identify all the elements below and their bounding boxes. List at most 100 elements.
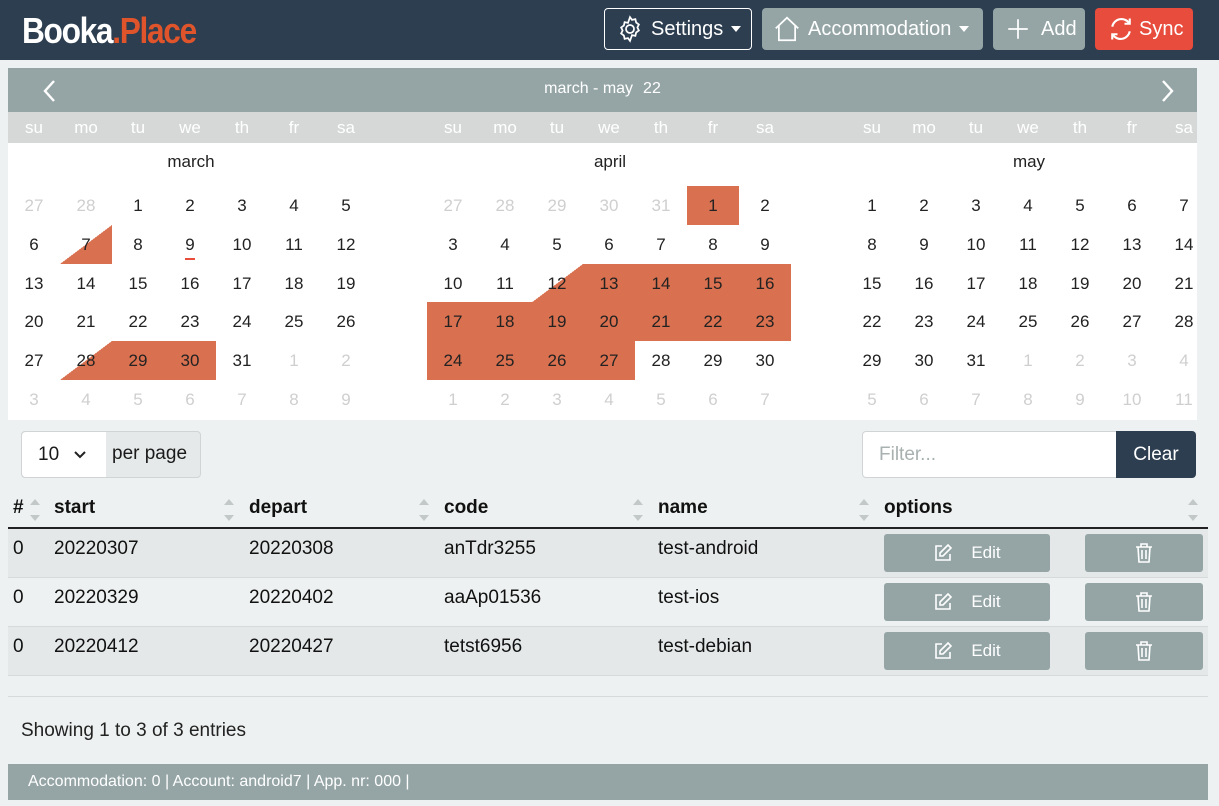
delete-button[interactable]: [1085, 583, 1203, 621]
calendar-day[interactable]: 2: [739, 186, 791, 225]
calendar-day[interactable]: 6: [164, 380, 216, 419]
sort-icon[interactable]: [633, 497, 643, 525]
calendar-day[interactable]: 31: [950, 341, 1002, 380]
calendar-day[interactable]: 23: [739, 302, 791, 341]
edit-button[interactable]: Edit: [884, 534, 1050, 572]
calendar-day[interactable]: 3: [531, 380, 583, 419]
calendar-day[interactable]: 26: [531, 341, 583, 380]
calendar-day[interactable]: 19: [531, 302, 583, 341]
calendar-day[interactable]: 6: [8, 225, 60, 264]
calendar-day[interactable]: 28: [60, 341, 112, 380]
calendar-day[interactable]: 13: [583, 264, 635, 303]
calendar-day[interactable]: 6: [687, 380, 739, 419]
calendar-day[interactable]: 3: [216, 186, 268, 225]
per-page-select[interactable]: 10: [22, 432, 106, 477]
calendar-day[interactable]: 17: [950, 264, 1002, 303]
calendar-day[interactable]: 12: [1054, 225, 1106, 264]
calendar-day[interactable]: 23: [164, 302, 216, 341]
calendar-day[interactable]: 3: [427, 225, 479, 264]
calendar-day[interactable]: 26: [320, 302, 372, 341]
chevron-right-icon[interactable]: [1157, 78, 1177, 104]
calendar-day[interactable]: 31: [216, 341, 268, 380]
calendar-day[interactable]: 4: [268, 186, 320, 225]
accommodation-dropdown-button[interactable]: Accommodation: [762, 8, 983, 50]
calendar-day[interactable]: 21: [60, 302, 112, 341]
calendar-day[interactable]: 9: [739, 225, 791, 264]
calendar-day[interactable]: 15: [687, 264, 739, 303]
calendar-day[interactable]: 8: [846, 225, 898, 264]
table-row[interactable]: 0 20220329 20220402 aaAp01536 test-ios E…: [8, 578, 1208, 627]
calendar-day[interactable]: 2: [164, 186, 216, 225]
column-header-depart[interactable]: depart: [249, 497, 307, 519]
calendar-day[interactable]: 1: [687, 186, 739, 225]
calendar-day[interactable]: 30: [739, 341, 791, 380]
calendar-day[interactable]: 11: [1002, 225, 1054, 264]
calendar-day[interactable]: 13: [1106, 225, 1158, 264]
calendar-day[interactable]: 29: [112, 341, 164, 380]
calendar-day[interactable]: 10: [950, 225, 1002, 264]
calendar-day[interactable]: 19: [1054, 264, 1106, 303]
table-row[interactable]: 0 20220412 20220427 tetst6956 test-debia…: [8, 627, 1208, 676]
calendar-day[interactable]: 8: [268, 380, 320, 419]
column-header-code[interactable]: code: [444, 497, 488, 519]
column-header-num[interactable]: #: [13, 497, 24, 519]
calendar-day[interactable]: 16: [739, 264, 791, 303]
calendar-day[interactable]: 4: [479, 225, 531, 264]
calendar-day[interactable]: 20: [583, 302, 635, 341]
calendar-day[interactable]: 2: [479, 380, 531, 419]
calendar-day[interactable]: 1: [846, 186, 898, 225]
calendar-day[interactable]: 18: [268, 264, 320, 303]
edit-button[interactable]: Edit: [884, 583, 1050, 621]
calendar-day[interactable]: 24: [950, 302, 1002, 341]
add-button[interactable]: Add: [993, 8, 1085, 50]
calendar-day[interactable]: 7: [635, 225, 687, 264]
calendar-day[interactable]: 7: [950, 380, 1002, 419]
brand-logo[interactable]: Booka.Place: [22, 10, 197, 52]
calendar-day[interactable]: 3: [8, 380, 60, 419]
calendar-day[interactable]: 26: [1054, 302, 1106, 341]
calendar-day[interactable]: 19: [320, 264, 372, 303]
calendar-day[interactable]: 27: [1106, 302, 1158, 341]
calendar-day[interactable]: 29: [846, 341, 898, 380]
calendar-day[interactable]: 20: [8, 302, 60, 341]
delete-button[interactable]: [1085, 534, 1203, 572]
calendar-day[interactable]: 14: [1158, 225, 1210, 264]
calendar-day[interactable]: 30: [898, 341, 950, 380]
filter-input[interactable]: [862, 431, 1118, 478]
calendar-day[interactable]: 29: [687, 341, 739, 380]
calendar-day[interactable]: 1: [112, 186, 164, 225]
calendar-day[interactable]: 4: [1002, 186, 1054, 225]
calendar-day[interactable]: 6: [1106, 186, 1158, 225]
calendar-day[interactable]: 30: [164, 341, 216, 380]
calendar-day[interactable]: 14: [60, 264, 112, 303]
calendar-day[interactable]: 3: [950, 186, 1002, 225]
calendar-day[interactable]: 4: [60, 380, 112, 419]
calendar-day[interactable]: 16: [898, 264, 950, 303]
calendar-day[interactable]: 23: [898, 302, 950, 341]
calendar-day[interactable]: 11: [479, 264, 531, 303]
calendar-day[interactable]: 9: [320, 380, 372, 419]
calendar-day[interactable]: 27: [583, 341, 635, 380]
column-header-start[interactable]: start: [54, 497, 95, 519]
calendar-day[interactable]: 1: [268, 341, 320, 380]
calendar-day[interactable]: 15: [846, 264, 898, 303]
calendar-day[interactable]: 11: [1158, 380, 1210, 419]
calendar-day[interactable]: 7: [739, 380, 791, 419]
calendar-day[interactable]: 22: [846, 302, 898, 341]
calendar-day[interactable]: 3: [1106, 341, 1158, 380]
calendar-day[interactable]: 17: [427, 302, 479, 341]
settings-dropdown-button[interactable]: Settings: [604, 8, 752, 50]
calendar-day[interactable]: 14: [635, 264, 687, 303]
calendar-day[interactable]: 27: [427, 186, 479, 225]
calendar-day[interactable]: 9: [898, 225, 950, 264]
calendar-day[interactable]: 16: [164, 264, 216, 303]
sort-icon[interactable]: [1188, 497, 1198, 525]
calendar-day[interactable]: 2: [1054, 341, 1106, 380]
column-header-name[interactable]: name: [658, 497, 708, 519]
calendar-day[interactable]: 5: [635, 380, 687, 419]
calendar-day[interactable]: 7: [60, 225, 112, 264]
calendar-day[interactable]: 6: [583, 225, 635, 264]
calendar-day[interactable]: 28: [479, 186, 531, 225]
calendar-day[interactable]: 5: [846, 380, 898, 419]
calendar-day[interactable]: 18: [479, 302, 531, 341]
